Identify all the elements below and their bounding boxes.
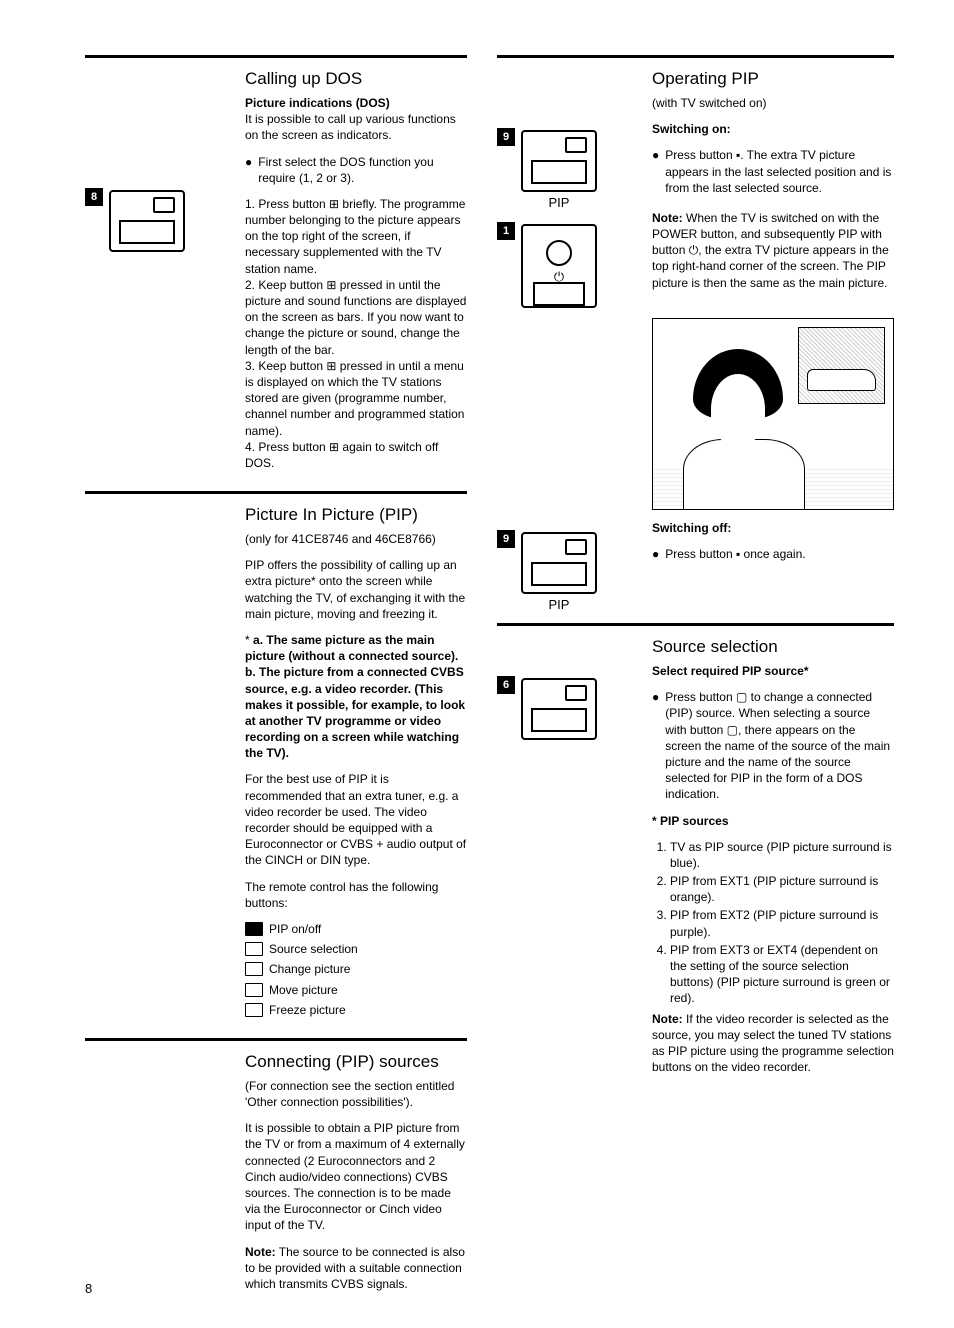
page-number: 8 — [85, 1280, 92, 1298]
dos-steps: 1. Press button ⊞ briefly. The programme… — [245, 196, 467, 471]
connect-p1: (For connection see the section entitled… — [245, 1078, 467, 1110]
pip-note-a: a. The same picture as the main picture … — [245, 633, 458, 663]
heading-pip: Picture In Picture (PIP) — [245, 504, 467, 527]
op-note: When the TV is switched on with the POWE… — [652, 211, 889, 290]
pip-b4: Move picture — [269, 982, 338, 998]
src-note: If the video recorder is selected as the… — [652, 1012, 894, 1075]
badge-9: 9 — [497, 128, 515, 146]
dos-intro: It is possible to call up various functi… — [245, 112, 456, 142]
pip-p1: PIP offers the possibility of calling up… — [245, 557, 467, 622]
connect-note: The source to be connected is also to be… — [245, 1245, 465, 1291]
src-note-lbl: Note: — [652, 1012, 683, 1026]
pip-illustration — [652, 318, 894, 510]
operating-sub: (with TV switched on) — [652, 95, 894, 111]
switching-off-lbl: Switching off: — [652, 521, 731, 535]
remote-icon-power: ⏻ — [521, 222, 597, 308]
pip-b2: Source selection — [269, 941, 358, 957]
section-dos: 8 Calling up DOS Picture indications (DO… — [85, 58, 467, 481]
pip-label: PIP — [521, 194, 597, 212]
remote-icon-pip-off: PIP — [521, 530, 597, 614]
pip-src-4: PIP from EXT3 or EXT4 (dependent on the … — [670, 942, 894, 1007]
move-icon — [245, 983, 263, 997]
dos-bullet: First select the DOS function you requir… — [258, 154, 467, 186]
connect-p2: It is possible to obtain a PIP picture f… — [245, 1120, 467, 1233]
section-source-selection: 6 Source selection Select required PIP s… — [497, 626, 894, 1085]
pip-src-1: TV as PIP source (PIP picture surround i… — [670, 839, 894, 871]
switching-on-lbl: Switching on: — [652, 122, 731, 136]
section-connect: Connecting (PIP) sources (For connection… — [85, 1038, 467, 1302]
pip-src-2: PIP from EXT1 (PIP picture surround is o… — [670, 873, 894, 905]
source-icon — [245, 942, 263, 956]
heading-connect: Connecting (PIP) sources — [245, 1051, 467, 1074]
switching-off-text: Press button ▪ once again. — [665, 546, 805, 562]
pip-sub: (only for 41CE8746 and 46CE8766) — [245, 531, 467, 547]
section-pip: Picture In Picture (PIP) (only for 41CE8… — [85, 491, 467, 1028]
pip-label-2: PIP — [521, 596, 597, 614]
badge-1: 1 — [497, 222, 515, 240]
switching-on-text: Press button ▪. The extra TV picture app… — [665, 147, 894, 196]
change-icon — [245, 962, 263, 976]
illustration-row — [497, 308, 894, 520]
heading-operating: Operating PIP — [652, 68, 894, 91]
pip-onoff-icon — [245, 922, 263, 936]
switching-off-row: 9 PIP Switching off: Press button ▪ once… — [497, 520, 894, 614]
pip-buttons-list: PIP on/off Source selection Change pictu… — [245, 921, 467, 1018]
section-operating-pip: 9 PIP 1 ⏻ Operating PIP — [497, 58, 894, 308]
power-icon: ⏻ — [523, 268, 595, 286]
source-sub: Select required PIP source* — [652, 664, 809, 678]
pip-b5: Freeze picture — [269, 1002, 346, 1018]
pip-sources-list: TV as PIP source (PIP picture surround i… — [652, 839, 894, 1007]
badge-6: 6 — [497, 676, 515, 694]
heading-dos: Calling up DOS — [245, 68, 467, 91]
source-bullet: Press button ▢ to change a connected (PI… — [665, 689, 894, 802]
right-column: 9 PIP 1 ⏻ Operating PIP — [497, 55, 894, 1288]
pip-p2: For the best use of PIP it is recommende… — [245, 771, 467, 868]
pip-b1: PIP on/off — [269, 921, 321, 937]
badge-8: 8 — [85, 188, 103, 206]
freeze-icon — [245, 1003, 263, 1017]
dos-subhead: Picture indications (DOS) — [245, 96, 390, 110]
heading-source: Source selection — [652, 636, 894, 659]
remote-icon-pip: PIP — [521, 128, 597, 212]
pip-sources-lbl: * PIP sources — [652, 814, 729, 828]
pip-b3: Change picture — [269, 961, 350, 977]
op-note-lbl: Note: — [652, 211, 683, 225]
remote-icon — [109, 188, 185, 252]
connect-note-lbl: Note: — [245, 1245, 276, 1259]
pip-src-3: PIP from EXT2 (PIP picture surround is p… — [670, 907, 894, 939]
left-column: 8 Calling up DOS Picture indications (DO… — [85, 55, 467, 1288]
badge-9b: 9 — [497, 530, 515, 548]
remote-icon-source — [521, 676, 597, 740]
pip-p3: The remote control has the following but… — [245, 879, 467, 911]
pip-note-b: b. The picture from a connected CVBS sou… — [245, 665, 465, 760]
